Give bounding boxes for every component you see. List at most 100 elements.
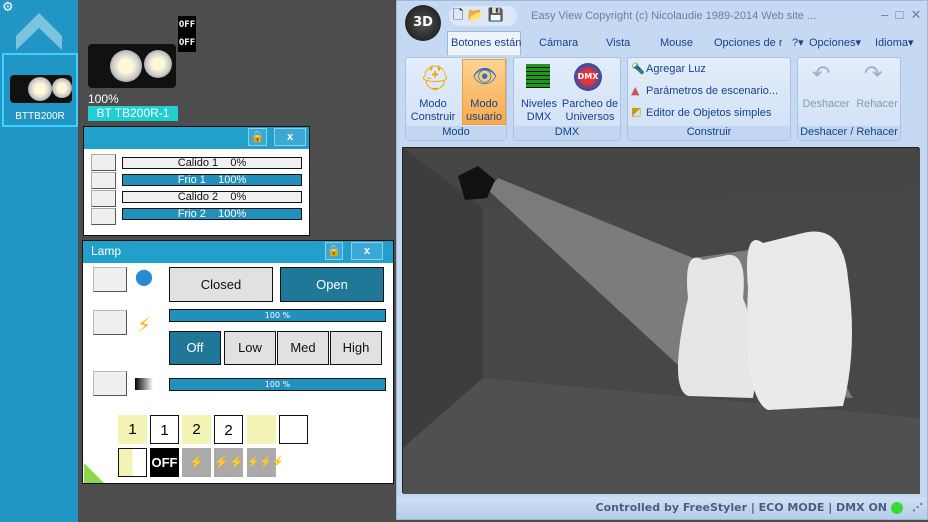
close-button[interactable]: x (274, 128, 306, 146)
stage-icon: ▲ (631, 84, 640, 97)
channel-bar-calido-2[interactable]: Calido 2 0% (122, 191, 302, 203)
strobe-low-button[interactable]: Low (224, 331, 276, 365)
light-spot-2 (747, 231, 852, 410)
dmx-status-led-icon (891, 502, 903, 514)
preset-2-yellow[interactable]: 2 (182, 415, 211, 444)
group-dmx: Niveles DMX DMX Parcheo de Universos DMX (513, 57, 621, 141)
dmx-levels-icon (526, 64, 550, 88)
easy-view-window: 3D 🗋 📂 💾 Easy View Copyright (c) Nicolau… (396, 0, 928, 520)
deshacer-button[interactable]: Deshacer (800, 98, 852, 111)
preset-1-white[interactable]: 1 (150, 415, 179, 444)
hardhat-icon: ⛑ (420, 64, 451, 92)
eye-icon: 👁 (472, 64, 498, 88)
window-controls[interactable]: – □ ✕ (881, 7, 921, 23)
tab-botones[interactable]: Botones están (451, 37, 521, 49)
open-folder-icon[interactable]: 📂 (468, 8, 484, 23)
group-modo-label: Modo (406, 126, 506, 140)
object-editor-icon: ◩ (631, 105, 642, 118)
new-file-icon[interactable]: 🗋 (453, 8, 463, 23)
lock-icon[interactable]: 🔒 (325, 242, 343, 260)
tab-opciones-de[interactable]: Opciones de r (714, 37, 782, 49)
agregar-luz-button[interactable]: Agregar Luz (646, 63, 706, 75)
chevron-up-icon[interactable] (16, 10, 62, 50)
strobe-medium-icon[interactable]: ⚡⚡ (214, 448, 244, 477)
off-indicator-2: OFF (178, 38, 196, 48)
shutter-icon: ⬤ (135, 267, 153, 286)
fixture-library-label: BTTB200R (15, 111, 65, 122)
channel-toggle-3[interactable] (91, 190, 116, 207)
channel-panel-titlebar[interactable]: 🔒 x (84, 127, 309, 149)
half-toggle-button[interactable] (118, 448, 147, 477)
fixture-library-item[interactable]: BTTB200R (2, 53, 78, 127)
channel-bar-frio-1[interactable]: Frio 1 100% (122, 174, 302, 186)
modo-usuario-button[interactable]: Modo usuario (462, 98, 506, 124)
tab-camara[interactable]: Cámara (539, 37, 578, 49)
niveles-dmx-button[interactable]: Niveles DMX (516, 98, 562, 124)
channel-bar-calido-1[interactable]: Calido 1 0% (122, 157, 302, 169)
channel-toggle-1[interactable] (91, 154, 116, 171)
preset-2-white[interactable]: 2 (214, 415, 243, 444)
lightning-icon: ⚡ (137, 313, 152, 337)
parametros-escenario-button[interactable]: Parámetros de escenario... (646, 85, 778, 97)
quick-access-toolbar: 🗋 📂 💾 (449, 6, 517, 26)
redo-icon: ↷ (864, 62, 883, 87)
close-icon: ✕ (910, 7, 922, 22)
strobe-bar[interactable]: 100 % (169, 309, 386, 322)
tab-mouse[interactable]: Mouse (660, 37, 693, 49)
shutter-open-button[interactable]: Open (280, 267, 384, 302)
fixture-name-label[interactable]: BT TB200R-1 (88, 106, 178, 121)
modo-construir-button[interactable]: Modo Construir (408, 98, 458, 124)
channel-bar-frio-2[interactable]: Frio 2 100% (122, 208, 302, 220)
dimmer-toggle[interactable] (93, 371, 127, 396)
channel-toggle-4[interactable] (91, 208, 116, 225)
dimmer-gradient-icon (135, 378, 153, 390)
lamp-panel-title: Lamp (91, 244, 122, 258)
group-deshacer: ↶ Deshacer ↷ Rehacer Deshacer / Rehacer (797, 57, 901, 141)
dimmer-bar[interactable]: 100 % (169, 378, 386, 391)
save-icon[interactable]: 💾 (488, 8, 504, 23)
group-construir: 🔦 Agregar Luz ▲ Parámetros de escenario.… (627, 57, 791, 141)
window-title: Easy View Copyright (c) Nicolaudie 1989-… (531, 10, 817, 22)
shutter-toggle[interactable] (93, 267, 127, 292)
status-text: Controlled by FreeStyler | ECO MODE | DM… (595, 501, 887, 514)
parcheo-universos-button[interactable]: Parcheo de Universos (560, 98, 620, 124)
fixture-image (10, 75, 72, 103)
rehacer-button[interactable]: Rehacer (852, 98, 902, 111)
add-corner-icon[interactable] (84, 463, 104, 483)
channel-toggle-2[interactable] (91, 172, 116, 189)
maximize-icon: □ (895, 7, 904, 22)
strobe-fast-icon[interactable]: ⚡⚡⚡ (247, 448, 284, 477)
gear-icon[interactable]: ⚙ (2, 1, 16, 15)
tab-vista[interactable]: Vista (606, 37, 630, 49)
close-button[interactable]: x (351, 242, 383, 260)
editor-objetos-button[interactable]: Editor de Objetos simples (646, 107, 771, 119)
strobe-slow-icon[interactable]: ⚡ (182, 448, 211, 477)
off-button[interactable]: OFF (150, 448, 179, 477)
resize-grip-icon[interactable]: ⋰ (912, 497, 923, 519)
app-logo-button[interactable]: 3D (405, 5, 441, 41)
dmx-globe-icon: DMX (574, 63, 602, 91)
shutter-closed-button[interactable]: Closed (169, 267, 273, 302)
strobe-high-button[interactable]: High (330, 331, 382, 365)
menu-help[interactable]: ?▾ (792, 36, 804, 49)
menu-idioma[interactable]: Idioma▾ (875, 36, 914, 49)
strobe-off-button[interactable]: Off (169, 331, 221, 365)
preset-1-yellow[interactable]: 1 (118, 415, 147, 444)
3d-viewport[interactable] (402, 147, 920, 494)
strobe-med-button[interactable]: Med (277, 331, 329, 365)
preset-3-white[interactable] (279, 415, 308, 444)
group-modo: ⛑ Modo Construir 👁 Modo usuario Modo (405, 57, 507, 141)
channel-panel: 🔒 x Calido 1 0% Frio 1 100% Calido 2 0% … (83, 126, 310, 236)
undo-icon: ↶ (812, 62, 831, 87)
off-indicator-1: OFF (178, 20, 196, 30)
minimize-icon: – (881, 7, 889, 22)
menu-opciones[interactable]: Opciones▾ (809, 36, 861, 49)
group-dmx-label: DMX (514, 126, 620, 140)
status-bar: Controlled by FreeStyler | ECO MODE | DM… (397, 497, 927, 519)
sidebar: ⚙ BTTB200R (0, 0, 78, 522)
preset-3-yellow[interactable] (247, 415, 276, 444)
strobe-toggle[interactable] (93, 310, 127, 335)
lamp-panel-titlebar[interactable]: Lamp 🔒 x (83, 241, 393, 263)
fixture-icon[interactable] (88, 44, 176, 88)
lock-icon[interactable]: 🔒 (248, 128, 267, 146)
